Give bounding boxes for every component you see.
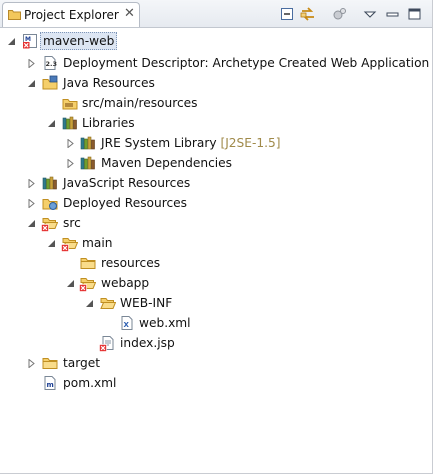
link-with-editor-icon[interactable] (300, 7, 316, 21)
tab-project-explorer[interactable]: Project Explorer ✕ (2, 2, 140, 27)
jre-library-name: JRE System Library (101, 136, 217, 150)
error-badge-icon (79, 284, 87, 292)
folder-open-icon (100, 295, 116, 311)
expanded-twisty-icon[interactable] (47, 119, 56, 128)
library-icon (42, 175, 58, 191)
tree-item-label: main (82, 236, 113, 250)
chevron-down-icon[interactable] (362, 7, 378, 21)
tree-item-label: index.jsp (120, 336, 175, 350)
expanded-twisty-icon[interactable] (7, 37, 16, 46)
expanded-twisty-icon[interactable] (66, 279, 75, 288)
tree-item-label: web.xml (139, 316, 191, 330)
tree-item-label: Maven Dependencies (101, 156, 233, 170)
source-folder-icon (62, 99, 78, 110)
expanded-twisty-icon[interactable] (27, 79, 36, 88)
library-icon (62, 115, 78, 131)
java-resources-icon (42, 75, 58, 90)
project-explorer-icon (8, 10, 21, 20)
view-menu-icon[interactable] (332, 7, 348, 21)
error-badge-icon (99, 344, 107, 352)
expanded-twisty-icon[interactable] (27, 219, 36, 228)
tree-item-label: maven-web (40, 32, 118, 50)
tree-item-label: Deployment Descriptor: Archetype Created… (63, 56, 430, 70)
tree-item-label: Libraries (82, 116, 135, 130)
tree-item-label: JRE System Library [J2SE-1.5] (101, 136, 281, 150)
deployment-descriptor-icon: 2.3 (44, 56, 58, 70)
maximize-icon[interactable] (407, 7, 423, 21)
tree-item-label: JavaScript Resources (63, 176, 191, 190)
close-icon[interactable]: ✕ (124, 6, 135, 22)
library-icon (80, 135, 96, 151)
expanded-twisty-icon[interactable] (47, 239, 56, 248)
collapsed-twisty-icon[interactable] (27, 359, 36, 368)
folder-icon (42, 355, 58, 371)
tab-title: Project Explorer (24, 8, 119, 22)
collapsed-twisty-icon[interactable] (27, 199, 36, 208)
maven-project-icon: M (23, 34, 37, 49)
collapsed-twisty-icon[interactable] (27, 179, 36, 188)
svg-text:M: M (25, 36, 31, 43)
minimize-icon[interactable] (385, 7, 401, 21)
deployed-resources-icon (42, 199, 58, 210)
svg-text:2.3: 2.3 (46, 60, 58, 68)
tree-item-label: Deployed Resources (63, 196, 188, 210)
folder-icon (80, 255, 96, 271)
tree-item-label: Java Resources (63, 76, 155, 90)
jre-version-decoration: [J2SE-1.5] (220, 136, 281, 150)
view-tab-bar: Project Explorer ✕ (0, 0, 432, 28)
xml-file-icon (119, 315, 135, 331)
project-explorer-view: Project Explorer ✕ M maven-web 2.3 Deplo… (0, 0, 433, 474)
expanded-twisty-icon[interactable] (85, 299, 94, 308)
library-icon (80, 155, 96, 171)
tree-item-label: target (63, 356, 101, 370)
tree-item-label: pom.xml (63, 376, 117, 390)
tree-item-label: WEB-INF (120, 296, 173, 310)
tree-item-label: webapp (101, 276, 150, 290)
tree-item-label: src/main/resources (82, 96, 198, 110)
collapse-all-icon[interactable] (280, 7, 296, 21)
pom-file-icon (42, 375, 58, 391)
tree-item-label: src (63, 216, 81, 230)
collapsed-twisty-icon[interactable] (27, 59, 36, 68)
collapsed-twisty-icon[interactable] (66, 139, 75, 148)
project-tree: X m M maven-web (0, 27, 432, 473)
error-badge-icon (61, 244, 69, 252)
collapsed-twisty-icon[interactable] (66, 159, 75, 168)
error-badge-icon (41, 224, 49, 232)
tree-item-label: resources (101, 256, 161, 270)
